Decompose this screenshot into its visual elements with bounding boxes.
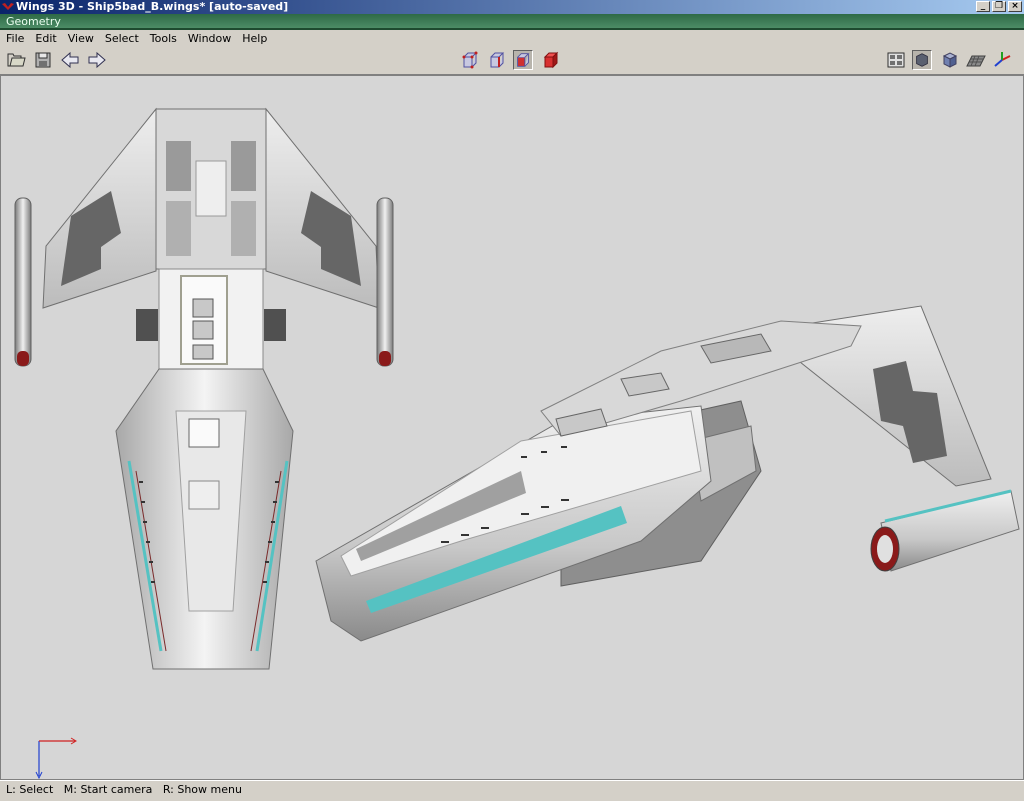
smooth-shading-icon[interactable]	[912, 50, 932, 70]
scene-render	[14, 107, 1020, 670]
minimize-button[interactable]: _	[976, 1, 990, 12]
toolbar	[0, 46, 1024, 75]
undo-arrow-icon[interactable]	[60, 50, 80, 70]
axes-icon[interactable]	[992, 50, 1012, 70]
close-button[interactable]: ×	[1008, 1, 1022, 12]
geometry-window-bar[interactable]: Geometry	[0, 14, 1024, 30]
face-mode-icon[interactable]	[513, 50, 533, 70]
body-mode-icon[interactable]	[541, 50, 561, 70]
3d-viewport[interactable]	[0, 75, 1024, 780]
redo-arrow-icon[interactable]	[87, 50, 107, 70]
vertex-mode-icon[interactable]	[460, 50, 480, 70]
axis-indicator	[35, 737, 77, 779]
edge-mode-icon[interactable]	[487, 50, 507, 70]
menu-edit[interactable]: Edit	[35, 32, 56, 45]
menu-file[interactable]: File	[6, 32, 24, 45]
status-bar: L: Select M: Start camera R: Show menu	[0, 780, 1024, 801]
workmode-icon[interactable]	[886, 50, 906, 70]
flat-shading-icon[interactable]	[940, 50, 960, 70]
menu-window[interactable]: Window	[188, 32, 231, 45]
menu-tools[interactable]: Tools	[150, 32, 177, 45]
menu-select[interactable]: Select	[105, 32, 139, 45]
geometry-label: Geometry	[6, 15, 61, 28]
open-folder-icon[interactable]	[6, 50, 26, 70]
window-titlebar[interactable]: Wings 3D - Ship5bad_B.wings* [auto-saved…	[0, 0, 1024, 14]
menu-bar: File Edit View Select Tools Window Help	[0, 30, 1024, 46]
restore-button[interactable]: ❐	[992, 1, 1006, 12]
menu-view[interactable]: View	[68, 32, 94, 45]
window-title: Wings 3D - Ship5bad_B.wings* [auto-saved…	[16, 0, 289, 13]
status-text: L: Select M: Start camera R: Show menu	[6, 783, 242, 796]
groundplane-icon[interactable]	[966, 50, 986, 70]
wings-app-icon	[2, 3, 14, 10]
save-disk-icon[interactable]	[33, 50, 53, 70]
ship-perspective-view[interactable]	[315, 305, 1020, 642]
menu-help[interactable]: Help	[242, 32, 267, 45]
